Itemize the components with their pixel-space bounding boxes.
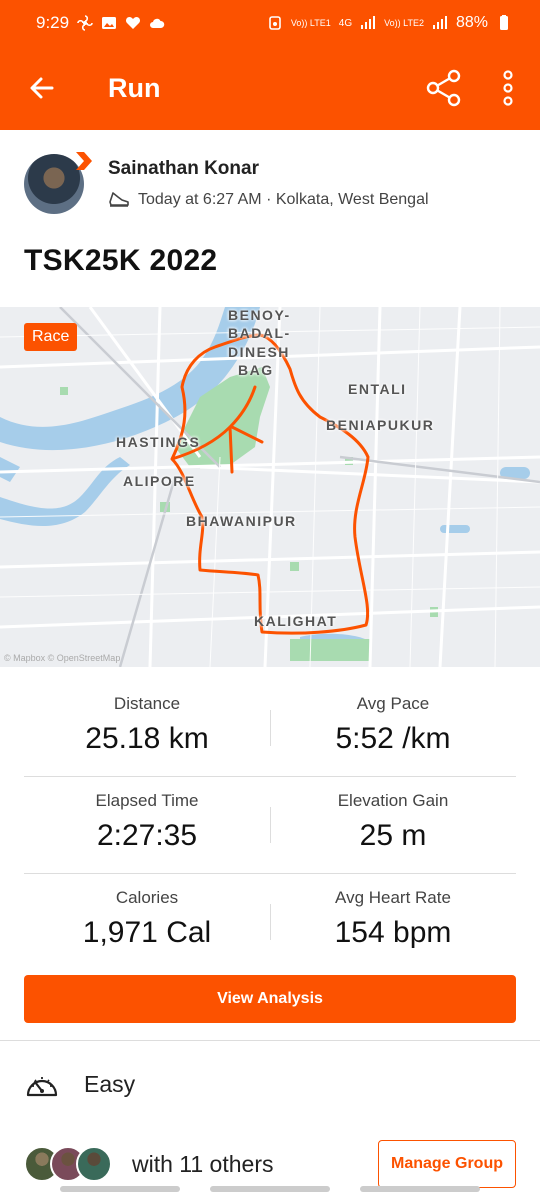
map-label: ALIPORE bbox=[123, 473, 196, 489]
map-label: HASTINGS bbox=[116, 434, 201, 450]
stat-calories: Calories 1,971 Cal bbox=[24, 874, 270, 971]
perceived-effort-row[interactable]: Easy bbox=[24, 1062, 135, 1106]
map-label: ENTALI bbox=[348, 381, 407, 397]
subscriber-badge-icon bbox=[76, 152, 92, 170]
stat-distance: Distance 25.18 km bbox=[24, 680, 270, 776]
group-activity-row[interactable]: with 11 others Manage Group bbox=[24, 1140, 516, 1188]
gallery-icon bbox=[102, 17, 117, 29]
stat-label: Calories bbox=[115, 888, 179, 907]
app-bar: Run bbox=[0, 46, 540, 130]
stat-value: 25 m bbox=[359, 819, 427, 852]
activity-title: TSK25K 2022 bbox=[24, 244, 218, 277]
stats-row: Elapsed Time 2:27:35 Elevation Gain 25 m bbox=[24, 777, 516, 874]
map-label: BENIAPUKUR bbox=[326, 417, 435, 433]
stat-elapsed-time: Elapsed Time 2:27:35 bbox=[24, 777, 270, 873]
avatar bbox=[76, 1146, 112, 1182]
map-label: BENOY- bbox=[228, 307, 291, 323]
stat-avg-pace: Avg Pace 5:52 /km bbox=[270, 680, 516, 776]
race-badge: Race bbox=[24, 323, 78, 351]
stat-label: Distance bbox=[113, 694, 181, 713]
activity-meta: Today at 6:27 AM · Kolkata, West Bengal bbox=[108, 190, 429, 210]
share-button[interactable] bbox=[420, 66, 468, 110]
more-options-button[interactable] bbox=[488, 66, 528, 110]
stats-row: Calories 1,971 Cal Avg Heart Rate 154 bp… bbox=[24, 874, 516, 971]
activity-date-location: Today at 6:27 AM · Kolkata, West Bengal bbox=[138, 191, 429, 208]
map-label: BADAL- bbox=[228, 325, 291, 341]
heart-icon bbox=[126, 16, 141, 29]
avatar[interactable] bbox=[24, 152, 92, 214]
map-label: KALIGHAT bbox=[254, 613, 338, 629]
back-button[interactable] bbox=[0, 46, 84, 130]
map-label: DINESH bbox=[228, 344, 290, 360]
view-analysis-button[interactable]: View Analysis bbox=[24, 975, 516, 1023]
shoe-icon bbox=[109, 192, 129, 207]
nav-hint bbox=[210, 1186, 330, 1192]
athlete-name[interactable]: Sainathan Konar bbox=[108, 158, 429, 180]
stat-label: Elevation Gain bbox=[337, 791, 449, 810]
stat-value: 25.18 km bbox=[85, 722, 209, 755]
stat-value: 1,971 Cal bbox=[82, 916, 212, 949]
status-time: 9:29 bbox=[36, 13, 70, 32]
status-bar: 9:29 Vo)) LTE1 4G Vo)) LTE2 88% bbox=[0, 0, 540, 46]
alarm-icon bbox=[269, 16, 281, 30]
stats-row: Distance 25.18 km Avg Pace 5:52 /km bbox=[24, 680, 516, 777]
nav-hint bbox=[360, 1186, 480, 1192]
map-label: BHAWANIPUR bbox=[186, 513, 297, 529]
stat-label: Elapsed Time bbox=[95, 791, 199, 810]
stats-grid: Distance 25.18 km Avg Pace 5:52 /km Elap… bbox=[24, 680, 516, 971]
signal-icon bbox=[361, 16, 376, 29]
map-attribution[interactable]: © Mapbox © OpenStreetMap bbox=[4, 653, 120, 663]
sim2-label: Vo)) LTE2 bbox=[384, 17, 424, 28]
route-map[interactable]: Race BENOY- BADAL- DINESH BAG ENTALI BEN… bbox=[0, 307, 540, 667]
battery-percent: 88% bbox=[455, 14, 488, 31]
stat-avg-heart-rate: Avg Heart Rate 154 bpm bbox=[270, 874, 516, 971]
signal-icon bbox=[432, 16, 447, 29]
share-icon bbox=[426, 69, 461, 107]
battery-icon bbox=[500, 15, 508, 30]
map-label: BAG bbox=[238, 362, 274, 378]
group-avatars[interactable] bbox=[24, 1146, 112, 1182]
effort-label: Easy bbox=[84, 1070, 136, 1097]
more-vertical-icon bbox=[503, 70, 513, 106]
group-label: with 11 others bbox=[132, 1150, 274, 1177]
divider bbox=[270, 904, 271, 940]
stat-label: Avg Pace bbox=[356, 694, 430, 713]
divider bbox=[0, 1040, 540, 1041]
cloud-icon bbox=[150, 18, 165, 28]
divider bbox=[270, 710, 271, 746]
sim1-label: Vo)) LTE1 bbox=[290, 17, 331, 28]
gauge-icon bbox=[26, 1077, 58, 1097]
page-title: Run bbox=[108, 72, 161, 103]
network-label: 4G bbox=[338, 17, 353, 29]
stat-value: 2:27:35 bbox=[96, 819, 198, 852]
stat-value: 154 bpm bbox=[334, 916, 452, 949]
athlete-header[interactable]: Sainathan Konar Today at 6:27 AM · Kolka… bbox=[24, 150, 524, 218]
stat-label: Avg Heart Rate bbox=[335, 888, 451, 907]
manage-group-button[interactable]: Manage Group bbox=[377, 1140, 516, 1188]
stat-value: 5:52 /km bbox=[335, 722, 451, 755]
fan-icon bbox=[77, 15, 93, 31]
stat-elevation-gain: Elevation Gain 25 m bbox=[270, 777, 516, 873]
divider bbox=[270, 807, 271, 843]
nav-hint bbox=[60, 1186, 180, 1192]
back-arrow-icon bbox=[30, 77, 54, 99]
